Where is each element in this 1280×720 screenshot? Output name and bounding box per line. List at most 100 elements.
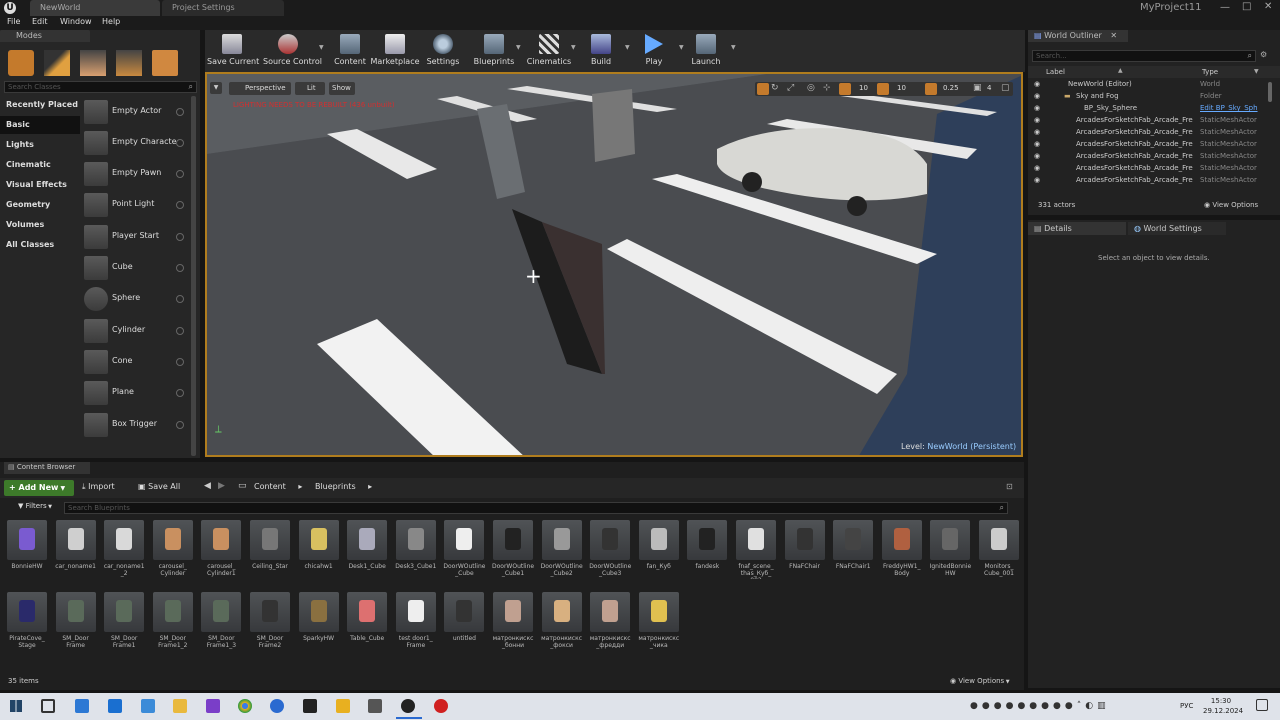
outliner-row[interactable]: ◉ ArcadesForSketchFab_Arcade_Fre StaticMes… xyxy=(1028,152,1280,164)
placeable-box-trigger[interactable]: Box Trigger xyxy=(84,411,188,439)
lit-button[interactable]: Lit xyxy=(295,82,325,95)
eye-icon[interactable]: ◉ xyxy=(1034,92,1040,100)
store-icon[interactable] xyxy=(75,699,89,713)
terminal-icon[interactable] xyxy=(303,699,317,713)
file-explorer-icon[interactable] xyxy=(173,699,187,713)
toolbar-dropdown-arrow[interactable]: ▼ xyxy=(571,44,576,51)
info-icon[interactable] xyxy=(176,201,184,209)
asset-tile[interactable]: Table_Cube xyxy=(346,592,388,656)
app-c-icon[interactable] xyxy=(270,699,284,713)
eye-icon[interactable]: ◉ xyxy=(1034,104,1040,112)
outliner-row[interactable]: ◉ NewWorld (Editor) World xyxy=(1028,80,1280,92)
tray-icon[interactable]: ● xyxy=(1029,701,1041,711)
import-button[interactable]: ⤓ Import xyxy=(82,482,115,492)
app-icon[interactable] xyxy=(141,699,155,713)
windows-start-icon[interactable] xyxy=(10,700,22,712)
asset-tile[interactable]: SparkyHW xyxy=(298,592,340,656)
asset-tile[interactable]: test door1_ Frame xyxy=(395,592,437,656)
outliner-settings-icon[interactable]: ⚙ xyxy=(1260,50,1267,59)
asset-tile[interactable]: FNaFChair1 xyxy=(832,520,874,584)
edit-blueprint-link[interactable]: Edit BP_Sky_Sph xyxy=(1200,104,1258,112)
visual-studio-icon[interactable] xyxy=(206,699,220,713)
filters-button[interactable]: ▼ Filters ▼ xyxy=(18,502,52,510)
asset-search-input[interactable]: Search Blueprints ⌕ xyxy=(64,502,1008,514)
forward-icon[interactable]: ▶ xyxy=(218,481,225,491)
asset-tile[interactable]: SM_Door Frame1_2 xyxy=(152,592,194,656)
placeable-cone[interactable]: Cone xyxy=(84,348,188,376)
tray-icon[interactable]: ● xyxy=(1041,701,1053,711)
placeable-cylinder[interactable]: Cylinder xyxy=(84,317,188,345)
asset-tile[interactable]: SM_Door Frame xyxy=(55,592,97,656)
folder-icon[interactable]: ▭ xyxy=(238,481,247,491)
tray-icon[interactable]: ● xyxy=(1053,701,1065,711)
marketplace-button[interactable]: Marketplace xyxy=(370,32,420,70)
recording-icon[interactable] xyxy=(434,699,448,713)
outliner-row[interactable]: ◉ ArcadesForSketchFab_Arcade_Fre StaticMes… xyxy=(1028,140,1280,152)
rotate-icon[interactable]: ↻ xyxy=(771,83,779,93)
toolbar-dropdown-arrow[interactable]: ▼ xyxy=(731,44,736,51)
asset-tile[interactable]: chicahw1 xyxy=(298,520,340,584)
asset-tile[interactable]: fan_Куб xyxy=(638,520,680,584)
menu-help[interactable]: Help xyxy=(102,17,120,26)
placeable-cube[interactable]: Cube xyxy=(84,254,188,282)
asset-tile[interactable]: матронкискс _чика xyxy=(638,592,680,656)
toolbar-dropdown-arrow[interactable]: ▼ xyxy=(679,44,684,51)
notifications-icon[interactable] xyxy=(1256,699,1268,711)
chrome-icon[interactable] xyxy=(238,699,252,713)
save-current-button[interactable]: Save Current xyxy=(207,32,259,70)
asset-tile[interactable]: BonnieHW xyxy=(6,520,48,584)
network-icon[interactable]: ▥ xyxy=(1097,701,1110,711)
add-new-button[interactable]: + Add New ▼ xyxy=(4,480,74,496)
outliner-row[interactable]: ◉ BP_Sky_Sphere Edit BP_Sky_Sph xyxy=(1028,104,1280,116)
outliner-view-options[interactable]: ◉ View Options xyxy=(1204,201,1258,209)
asset-tile[interactable]: матронкискс _фокси xyxy=(541,592,583,656)
asset-tile[interactable]: SM_Door Frame2 xyxy=(249,592,291,656)
grid-snap-value[interactable]: 10 xyxy=(859,84,868,92)
asset-tile[interactable]: car_noname1 xyxy=(55,520,97,584)
cinematics-button[interactable]: Cinematics xyxy=(524,32,574,70)
camera-speed-icon[interactable]: ▣ xyxy=(973,83,982,93)
info-icon[interactable] xyxy=(176,421,184,429)
speaker-icon[interactable]: ◐ xyxy=(1085,701,1097,711)
maximize-icon[interactable]: □ xyxy=(1242,1,1251,12)
scale-icon[interactable]: ⤢ xyxy=(787,83,794,93)
tab-newworld[interactable]: NewWorld xyxy=(30,0,160,16)
unreal-engine-icon[interactable] xyxy=(401,699,415,713)
placeable-sphere[interactable]: Sphere xyxy=(84,285,188,313)
translate-icon[interactable] xyxy=(757,83,769,95)
eye-icon[interactable]: ◉ xyxy=(1034,176,1040,184)
tray-icon[interactable]: ● xyxy=(994,701,1006,711)
world-icon[interactable]: ◎ xyxy=(807,83,815,93)
asset-tile[interactable]: IgnitedBonnie HW xyxy=(929,520,971,584)
tray-icon[interactable]: ● xyxy=(1017,701,1029,711)
back-icon[interactable]: ◀ xyxy=(204,481,211,491)
task-view-icon[interactable] xyxy=(41,699,55,713)
menu-file[interactable]: File xyxy=(7,17,20,26)
breadcrumb-blueprints[interactable]: Blueprints xyxy=(315,482,356,491)
eye-icon[interactable]: ◉ xyxy=(1034,140,1040,148)
blueprints-button[interactable]: Blueprints xyxy=(469,32,519,70)
asset-tile[interactable]: car_noname1 _2 xyxy=(103,520,145,584)
asset-tile[interactable]: carousel_ Cylinder1 xyxy=(200,520,242,584)
tray-icon[interactable]: ● xyxy=(1006,701,1018,711)
clock[interactable]: 15:30 29.12.2024 xyxy=(1203,696,1243,716)
close-icon[interactable]: ✕ xyxy=(1264,1,1272,12)
outliner-scrollbar[interactable] xyxy=(1268,82,1272,102)
toolbar-dropdown-arrow[interactable]: ▼ xyxy=(319,44,324,51)
language-indicator[interactable]: РУС xyxy=(1180,702,1193,710)
surface-snap-icon[interactable]: ⊹ xyxy=(823,83,831,93)
placeable-player-start[interactable]: Player Start xyxy=(84,223,188,251)
menu-edit[interactable]: Edit xyxy=(32,17,48,26)
asset-tile[interactable]: SM_Door Frame1_3 xyxy=(200,592,242,656)
placeable-plane[interactable]: Plane xyxy=(84,379,188,407)
info-icon[interactable] xyxy=(176,108,184,116)
settings-button[interactable]: Settings xyxy=(418,32,468,70)
level-viewport[interactable]: ▼ Perspective Lit Show LIGHTING NEEDS TO… xyxy=(205,72,1023,457)
asset-tile[interactable]: Desk3_Cube1 xyxy=(395,520,437,584)
placeable-point-light[interactable]: Point Light xyxy=(84,191,188,219)
asset-tile[interactable]: FreddyHW1_ Body xyxy=(881,520,923,584)
asset-tile[interactable]: untitled xyxy=(443,592,485,656)
viewport-menu-button[interactable]: ▼ xyxy=(210,82,222,94)
info-icon[interactable] xyxy=(176,295,184,303)
column-type[interactable]: Type xyxy=(1202,68,1218,76)
